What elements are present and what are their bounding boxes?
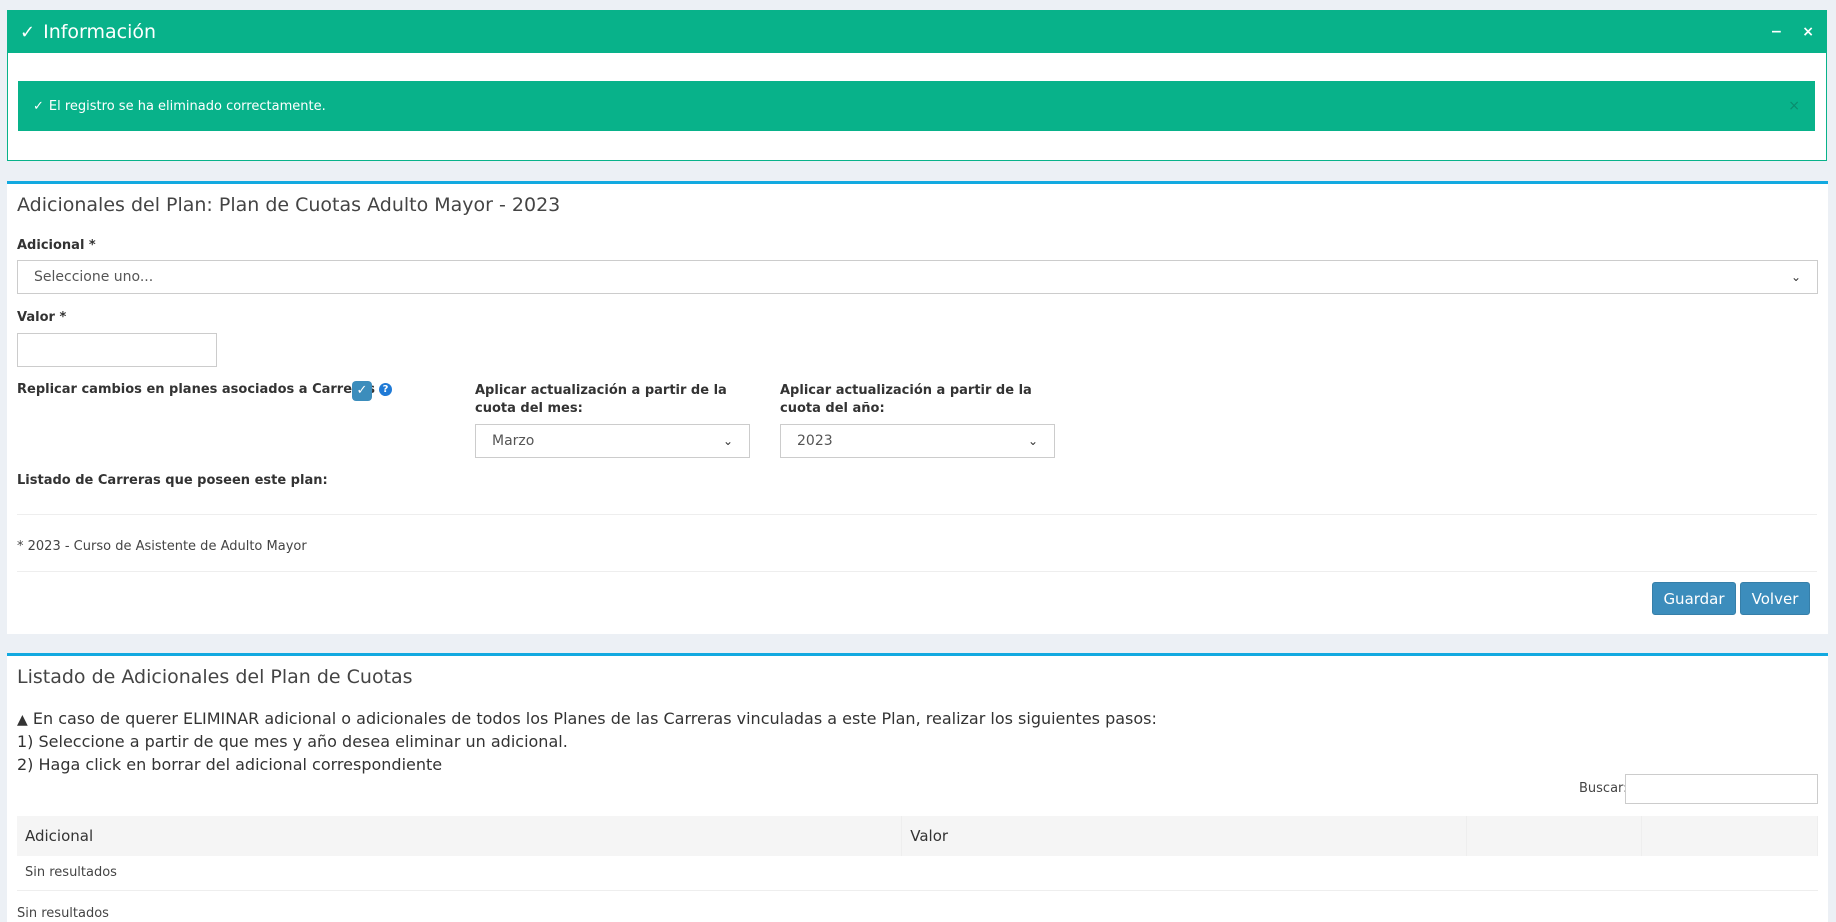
carrera-item: * 2023 - Curso de Asistente de Adulto Ma… (17, 539, 307, 554)
search-label: Buscar: (1579, 781, 1628, 796)
mes-select[interactable]: Marzo ⌄ (475, 424, 750, 458)
warning-icon: ▲ (17, 712, 28, 728)
divider (17, 571, 1817, 572)
list-panel: Listado de Adicionales del Plan de Cuota… (7, 653, 1828, 922)
valor-input[interactable] (17, 333, 217, 367)
replicar-checkbox[interactable]: ✓ (352, 381, 372, 401)
chevron-down-icon: ⌄ (1790, 270, 1801, 284)
col-action-1 (1466, 816, 1643, 856)
table-row: Sin resultados (17, 856, 1818, 891)
check-icon: ✓ (33, 98, 44, 114)
replicar-label-text: Replicar cambios en planes asociados a C… (17, 382, 375, 397)
step-1: 1) Seleccione a partir de que mes y año … (17, 732, 568, 751)
col-valor[interactable]: Valor (901, 816, 1468, 856)
mes-label: Aplicar actualización a partir de la cuo… (475, 383, 727, 416)
alert-close-button[interactable]: × (1788, 98, 1800, 114)
success-alert: ✓ El registro se ha eliminado correctame… (18, 81, 1815, 131)
anio-select[interactable]: 2023 ⌄ (780, 424, 1055, 458)
check-icon: ✓ (20, 21, 36, 43)
close-button[interactable]: × (1802, 24, 1814, 40)
col-adicional[interactable]: Adicional (17, 816, 903, 856)
info-title: Información (43, 21, 157, 43)
adicional-label: Adicional * (17, 238, 96, 253)
info-header: ✓ Información − × (8, 11, 1826, 53)
adicionales-table: Adicional Valor Sin resultados (17, 816, 1818, 891)
guardar-button[interactable]: Guardar (1652, 582, 1736, 615)
mes-select-value: Marzo (492, 433, 535, 449)
warning-text: En caso de querer ELIMINAR adicional o a… (32, 709, 1157, 728)
adicional-select-value: Seleccione uno... (34, 269, 154, 285)
volver-button[interactable]: Volver (1740, 582, 1810, 615)
search-input[interactable] (1625, 774, 1818, 804)
table-info: Sin resultados (17, 906, 109, 921)
help-icon[interactable]: ? (378, 383, 392, 396)
col-action-2 (1641, 816, 1818, 856)
list-title: Listado de Adicionales del Plan de Cuota… (17, 666, 413, 688)
anio-select-value: 2023 (797, 433, 833, 449)
alert-message: El registro se ha eliminado correctament… (48, 98, 326, 114)
listado-carreras-label: Listado de Carreras que poseen este plan… (17, 473, 328, 488)
valor-label: Valor * (17, 310, 67, 325)
chevron-down-icon: ⌄ (1027, 434, 1038, 448)
table-header-row: Adicional Valor (17, 816, 1818, 856)
step-2: 2) Haga click en borrar del adicional co… (17, 755, 443, 774)
adicional-select[interactable]: Seleccione uno... ⌄ (17, 260, 1818, 294)
form-title: Adicionales del Plan: Plan de Cuotas Adu… (17, 194, 561, 216)
warning-instruction: ▲ En caso de querer ELIMINAR adicional o… (17, 709, 1157, 728)
anio-label: Aplicar actualización a partir de la cuo… (780, 383, 1032, 416)
empty-cell: Sin resultados (17, 856, 1818, 891)
divider (17, 514, 1817, 515)
chevron-down-icon: ⌄ (722, 434, 733, 448)
replicar-label: Replicar cambios en planes asociados a C… (17, 382, 392, 397)
form-panel: Adicionales del Plan: Plan de Cuotas Adu… (7, 181, 1828, 634)
info-box: ✓ Información − × ✓ El registro se ha el… (7, 10, 1827, 161)
minimize-button[interactable]: − (1771, 24, 1783, 40)
